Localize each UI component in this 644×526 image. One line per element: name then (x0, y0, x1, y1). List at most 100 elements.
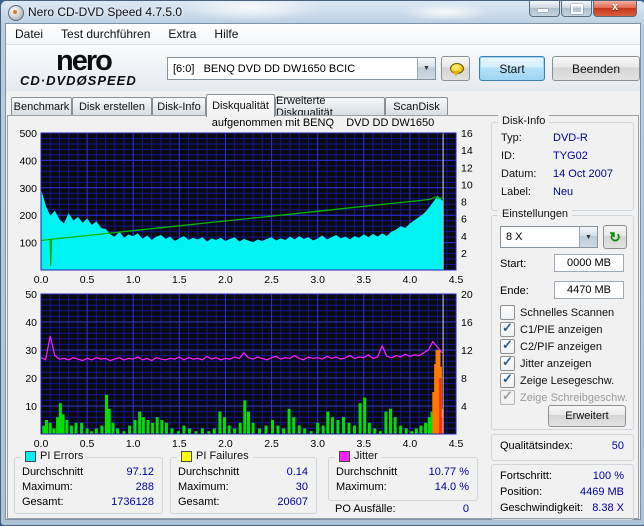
menu-test-durchfuehren[interactable]: Test durchführen (52, 25, 159, 43)
svg-text:200: 200 (19, 210, 37, 222)
start-position-input[interactable] (554, 254, 624, 272)
svg-text:10: 10 (25, 401, 37, 413)
svg-text:6: 6 (461, 214, 467, 226)
checkbox-label: Zeige Lesegeschw. (520, 375, 614, 387)
po-failures-row: PO Ausfälle: 0 (335, 503, 469, 515)
checkbox-box (500, 390, 515, 405)
checkbox-zeige-schreibgeschw: Zeige Schreibgeschw. (500, 390, 628, 405)
stat-value: 288 (136, 481, 154, 496)
checkbox-box[interactable] (500, 339, 515, 354)
stat-label: Maximum: (336, 481, 387, 496)
stat-label: Durchschnitt (22, 466, 83, 481)
disk-info-value: 14 Oct 2007 (553, 168, 613, 185)
minimize-button[interactable] (529, 1, 560, 17)
svg-text:1.5: 1.5 (172, 274, 187, 286)
stat-label: Maximum: (22, 481, 73, 496)
svg-text:400: 400 (19, 155, 37, 167)
disk-info-label: Typ: (501, 132, 553, 149)
start-position-label: Start: (500, 258, 526, 270)
checkbox-label: Schnelles Scannen (520, 307, 614, 319)
svg-text:0.0: 0.0 (34, 274, 49, 286)
checkbox-box[interactable] (500, 356, 515, 371)
eject-button[interactable] (441, 56, 470, 81)
svg-text:14: 14 (461, 145, 473, 157)
disk-info-label: Label: (501, 186, 553, 203)
speed-select-value: 8 X (501, 231, 579, 243)
checkbox-zeige-lesegeschw[interactable]: Zeige Lesegeschw. (500, 373, 614, 388)
end-position-input[interactable] (554, 281, 624, 299)
end-position-label: Ende: (500, 285, 529, 297)
nero-logo-text: nero (56, 47, 111, 75)
refresh-speed-button[interactable]: ↻ (603, 225, 627, 249)
close-icon: x (594, 1, 636, 13)
stat-label: Maximum: (178, 481, 229, 496)
advanced-button[interactable]: Erweitert (548, 405, 626, 427)
stat-value: 0.14 (287, 466, 308, 481)
stat-value: 1736128 (111, 496, 154, 511)
checkbox-box[interactable] (500, 373, 515, 388)
checkbox-box[interactable] (500, 305, 515, 320)
svg-text:500: 500 (19, 128, 37, 140)
svg-text:4.5: 4.5 (449, 274, 464, 286)
svg-text:1.0: 1.0 (126, 274, 141, 286)
tab-diskqualitaet[interactable]: Diskqualität (206, 94, 275, 117)
titlebar: Nero CD-DVD Speed 4.7.5.0 x (1, 1, 644, 23)
pif-jitter-chart: 1020304050481216200.00.51.01.52.02.53.03… (11, 289, 485, 451)
svg-text:3.5: 3.5 (356, 438, 371, 450)
progress-box: Fortschritt:100 % Position:4469 MB Gesch… (491, 464, 634, 520)
tab-erweiterte-diskqualitaet[interactable]: Erweiterte Diskqualität (275, 97, 385, 116)
pie-errors-chart: 1002003004005002468101214160.00.51.01.52… (11, 128, 485, 288)
stat-value: 10.77 % (429, 466, 469, 481)
checkbox-c2-pif-anzeigen[interactable]: C2/PIF anzeigen (500, 339, 602, 354)
checkbox-schnelles-scannen[interactable]: Schnelles Scannen (500, 305, 614, 320)
disk-info-title: Disk-Info (502, 115, 545, 127)
svg-text:4: 4 (461, 401, 467, 413)
chevron-down-icon[interactable]: ▼ (579, 227, 597, 247)
progress-value: 4469 MB (580, 486, 624, 501)
quit-button[interactable]: Beenden (552, 56, 640, 81)
svg-text:4.0: 4.0 (403, 274, 418, 286)
svg-text:2: 2 (461, 248, 467, 260)
jitter-title: Jitter (354, 450, 378, 462)
svg-text:16: 16 (461, 128, 473, 140)
checkbox-box[interactable] (500, 322, 515, 337)
tab-benchmark[interactable]: Benchmark (11, 97, 72, 116)
pi-errors-groupbox: PI Errors Durchschnitt97.12 Maximum:288 … (14, 457, 163, 514)
svg-text:2.0: 2.0 (218, 438, 233, 450)
svg-text:4.5: 4.5 (449, 438, 464, 450)
stat-value: 30 (296, 481, 308, 496)
quality-index-label: Qualitätsindex: (500, 440, 573, 455)
close-button[interactable]: x (593, 1, 637, 17)
speed-select[interactable]: 8 X ▼ (500, 226, 598, 248)
drive-select[interactable]: [6:0] BENQ DVD DD DW1650 BCIC ▼ (167, 57, 436, 80)
svg-text:8: 8 (461, 373, 467, 385)
progress-value: 8.38 X (592, 502, 624, 517)
app-icon (8, 5, 24, 21)
quality-index-box: Qualitätsindex: 50 (491, 434, 634, 461)
tab-scandisk[interactable]: ScanDisk (385, 97, 448, 116)
pi-failures-title: PI Failures (196, 450, 249, 462)
checkbox-jitter-anzeigen[interactable]: Jitter anzeigen (500, 356, 592, 371)
svg-text:0.5: 0.5 (80, 274, 95, 286)
svg-text:50: 50 (25, 289, 37, 301)
quality-index-value: 50 (612, 440, 624, 455)
svg-text:0.0: 0.0 (34, 438, 49, 450)
jitter-swatch (339, 451, 350, 462)
svg-text:20: 20 (461, 289, 473, 301)
drive-select-value: [6:0] BENQ DVD DD DW1650 BCIC (168, 63, 417, 75)
chevron-down-icon[interactable]: ▼ (417, 58, 435, 79)
menu-hilfe[interactable]: Hilfe (205, 25, 247, 43)
menu-extra[interactable]: Extra (159, 25, 205, 43)
stat-label: Durchschnitt (336, 466, 397, 481)
tab-disk-erstellen[interactable]: Disk erstellen (72, 97, 152, 116)
menu-datei[interactable]: Datei (6, 25, 52, 43)
tab-disk-info[interactable]: Disk-Info (152, 97, 206, 116)
checkbox-c1-pie-anzeigen[interactable]: C1/PIE anzeigen (500, 322, 603, 337)
checkbox-label: Zeige Schreibgeschw. (520, 392, 628, 404)
disk-info-label: ID: (501, 150, 553, 167)
stat-value: 20607 (277, 496, 308, 511)
progress-label: Fortschritt: (500, 470, 552, 485)
start-button[interactable]: Start (479, 56, 545, 81)
svg-text:3.0: 3.0 (310, 274, 325, 286)
maximize-button[interactable] (561, 1, 592, 17)
